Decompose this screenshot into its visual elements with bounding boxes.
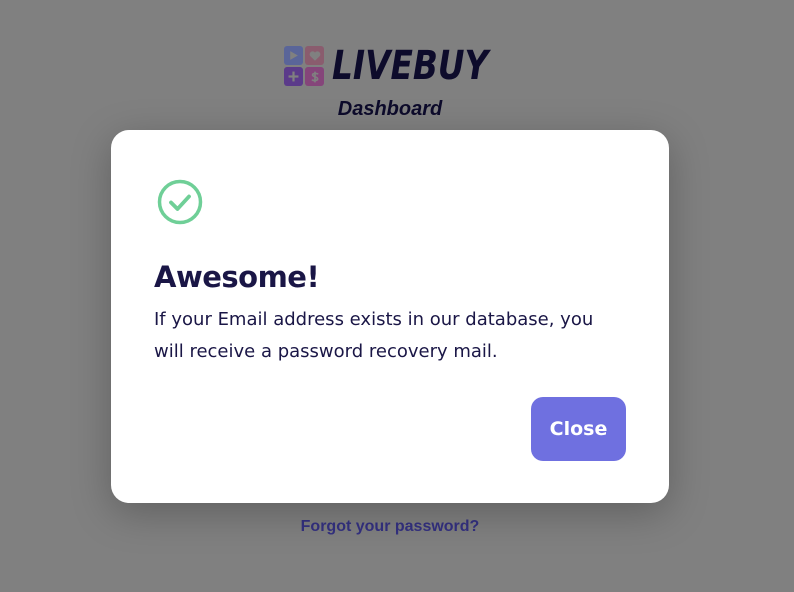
logo-mark [284,46,324,86]
heart-icon [305,46,324,65]
modal-title: Awesome! [154,260,320,294]
dollar-icon [305,67,324,86]
check-circle-icon [157,179,203,225]
modal-message: If your Email address exists in our data… [154,309,594,362]
play-icon [284,46,303,65]
dashboard-subtitle: Dashboard [337,98,443,120]
brand-logo: LIVEBUY [284,44,523,88]
plus-icon [284,67,303,86]
success-modal: Awesome! If your Email address exists in… [111,130,669,503]
login-page-backdrop: LIVEBUY Dashboard Forgot your password? … [0,0,794,592]
close-button[interactable]: Close [531,397,626,461]
forgot-password-link[interactable]: Forgot your password? [0,518,780,536]
brand-name: LIVEBUY [332,43,489,89]
